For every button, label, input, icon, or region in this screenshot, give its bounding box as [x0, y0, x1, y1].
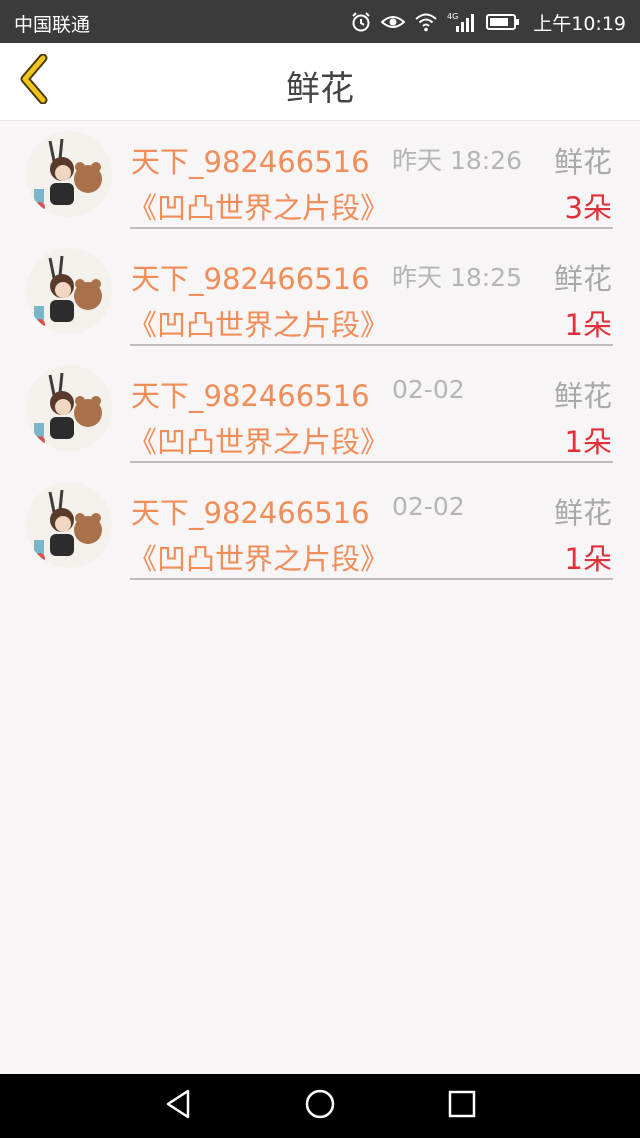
clock-label: 上午10:19 [533, 12, 626, 35]
alarm-icon [350, 11, 372, 33]
sender-name[interactable]: 天下_982466516 [131, 256, 370, 298]
status-bar: 中国联通 4G 上午10:19 [0, 0, 640, 43]
row-divider [130, 578, 613, 580]
gift-type-label: 鲜花 [553, 262, 612, 296]
flower-count: 1朵 [564, 425, 612, 459]
eye-icon [381, 13, 406, 31]
avatar[interactable] [26, 248, 112, 334]
flower-count: 1朵 [564, 542, 612, 576]
network-type-label: 4G [447, 12, 458, 21]
row-divider [130, 461, 613, 463]
timestamp: 昨天 18:26 [392, 146, 522, 175]
work-title-link[interactable]: 《凹凸世界之片段》 [128, 302, 389, 344]
row-divider [130, 344, 613, 346]
gift-type-label: 鲜花 [553, 145, 612, 179]
page-title: 鲜花 [286, 69, 354, 109]
timestamp: 02-02 [392, 492, 465, 521]
system-nav-bar [0, 1074, 640, 1138]
home-circle-icon [304, 1088, 336, 1124]
work-title-link[interactable]: 《凹凸世界之片段》 [128, 536, 389, 578]
sender-name[interactable]: 天下_982466516 [131, 490, 370, 532]
wifi-icon [414, 12, 438, 32]
gift-type-label: 鲜花 [553, 379, 612, 413]
back-triangle-icon [163, 1088, 193, 1124]
nav-recents-button[interactable] [444, 1088, 480, 1124]
timestamp: 02-02 [392, 375, 465, 404]
status-icons: 4G 上午10:19 [350, 9, 626, 35]
list-item[interactable]: 天下_982466516 02-02 鲜花 《凹凸世界之片段》 1朵 [0, 355, 640, 472]
work-title-link[interactable]: 《凹凸世界之片段》 [128, 419, 389, 461]
sender-name[interactable]: 天下_982466516 [131, 373, 370, 415]
nav-home-button[interactable] [302, 1088, 338, 1124]
nav-back-button[interactable] [160, 1088, 196, 1124]
timestamp: 昨天 18:25 [392, 263, 522, 292]
work-title-link[interactable]: 《凹凸世界之片段》 [128, 185, 389, 227]
header-bar: 鲜花 [0, 43, 640, 121]
flower-count: 3朵 [564, 191, 612, 225]
list-item[interactable]: 天下_982466516 02-02 鲜花 《凹凸世界之片段》 1朵 [0, 472, 640, 589]
carrier-label: 中国联通 [14, 14, 91, 36]
avatar[interactable] [26, 131, 112, 217]
avatar[interactable] [26, 482, 112, 568]
recents-square-icon [447, 1089, 477, 1123]
list-item[interactable]: 天下_982466516 昨天 18:26 鲜花 《凹凸世界之片段》 3朵 [0, 121, 640, 238]
battery-icon [486, 13, 520, 31]
flower-record-list: 天下_982466516 昨天 18:26 鲜花 《凹凸世界之片段》 3朵 天下… [0, 121, 640, 589]
avatar[interactable] [26, 365, 112, 451]
flower-count: 1朵 [564, 308, 612, 342]
signal-icon: 4G [447, 11, 477, 33]
row-divider [130, 227, 613, 229]
gift-type-label: 鲜花 [553, 496, 612, 530]
sender-name[interactable]: 天下_982466516 [131, 139, 370, 181]
list-item[interactable]: 天下_982466516 昨天 18:25 鲜花 《凹凸世界之片段》 1朵 [0, 238, 640, 355]
